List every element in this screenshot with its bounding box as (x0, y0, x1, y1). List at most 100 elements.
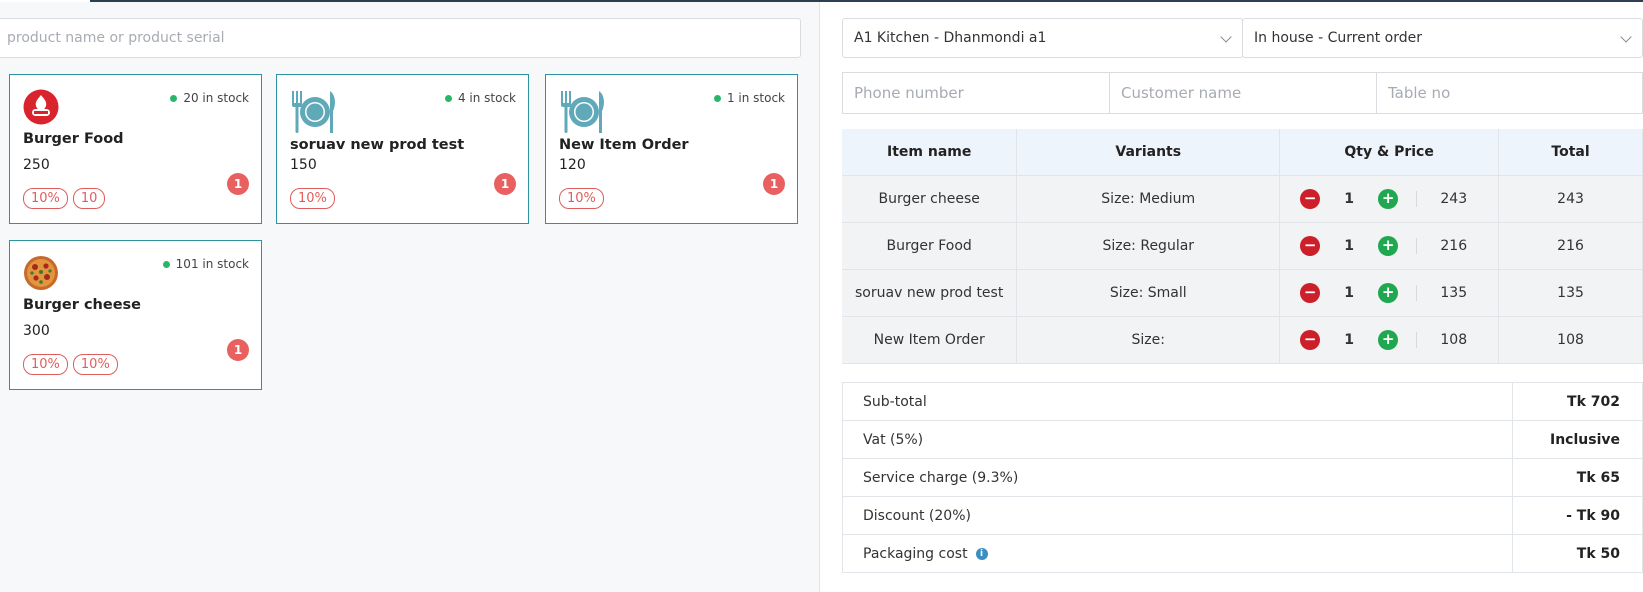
product-price: 250 (23, 157, 50, 173)
order-type-select-value: In house - Current order (1254, 30, 1422, 46)
summary-value: Tk 702 (1512, 382, 1643, 421)
product-price: 300 (23, 323, 50, 339)
decrease-qty-button[interactable]: − (1300, 282, 1321, 303)
summary-label-cell: Packaging cost i (842, 534, 1513, 573)
stock-indicator: 1 in stock (713, 91, 785, 105)
summary-row: Vat (5%) Inclusive (842, 420, 1643, 459)
summary-value: Inclusive (1512, 420, 1643, 459)
discount-tag: 10 (72, 188, 106, 209)
order-summary-table: Sub-total Tk 702 Vat (5%) Inclusive Serv… (842, 382, 1643, 573)
order-panel: A1 Kitchen - Dhanmondi a1 In house - Cur… (822, 2, 1643, 592)
product-name: Burger Food (23, 131, 124, 147)
product-card[interactable]: 101 in stock Burger cheese 300 10% 10% 1 (9, 240, 262, 390)
table-row: New Item Order Size: − 1 + 108 108 (842, 316, 1643, 364)
kitchen-select[interactable]: A1 Kitchen - Dhanmondi a1 (842, 18, 1243, 58)
discount-tag: 10% (72, 354, 118, 375)
table-row: Burger cheese Size: Medium − 1 + 243 243 (842, 175, 1643, 223)
in-stock-dot-icon (444, 94, 452, 102)
product-card[interactable]: 1 in stock New Item Order 120 10% 1 (545, 74, 798, 224)
qty-price-cell: − 1 + 135 (1279, 269, 1500, 317)
item-total: 135 (1498, 269, 1643, 317)
summary-row: Packaging cost i Tk 50 (842, 534, 1643, 573)
item-name: New Item Order (842, 316, 1018, 364)
order-items-table: Item name Variants Qty & Price Total Bur… (842, 129, 1643, 364)
column-header: Item name (842, 129, 1018, 176)
plate-cutlery-icon (561, 91, 604, 133)
discount-tags: 10% (559, 188, 604, 209)
increase-qty-button[interactable]: + (1378, 188, 1399, 209)
stock-indicator: 20 in stock (170, 91, 249, 105)
summary-label: Vat (5%) (842, 420, 1513, 459)
summary-label: Service charge (9.3%) (842, 458, 1513, 497)
column-header: Variants (1016, 129, 1281, 176)
increase-qty-button[interactable]: + (1378, 329, 1399, 350)
table-row: soruav new prod test Size: Small − 1 + 1… (842, 269, 1643, 317)
chevron-down-icon (1220, 31, 1232, 43)
item-unit-price: 216 (1440, 237, 1468, 254)
stock-label: 4 in stock (457, 91, 516, 105)
product-name: Burger cheese (23, 297, 141, 313)
item-variant: Size: Small (1016, 269, 1281, 317)
item-variant: Size: Medium (1016, 175, 1281, 223)
phone-number-field[interactable] (842, 72, 1110, 114)
table-no-field[interactable] (1376, 72, 1643, 114)
product-card[interactable]: 20 in stock Burger Food 250 10% 10 1 (9, 74, 262, 224)
cart-count-badge: 1 (227, 339, 249, 361)
item-total: 243 (1498, 175, 1643, 223)
customer-name-field[interactable] (1109, 72, 1377, 114)
increase-qty-button[interactable]: + (1378, 282, 1399, 303)
decrease-qty-button[interactable]: − (1300, 235, 1321, 256)
product-name: New Item Order (559, 137, 689, 153)
product-panel: 20 in stock Burger Food 250 10% 10 1 4 i… (0, 2, 820, 592)
stock-label: 101 in stock (175, 257, 249, 271)
decrease-qty-button[interactable]: − (1300, 188, 1321, 209)
summary-row: Discount (20%) - Tk 90 (842, 496, 1643, 535)
summary-label: Packaging cost (863, 545, 968, 562)
summary-label: Discount (20%) (842, 496, 1513, 535)
cart-count-badge: 1 (763, 173, 785, 195)
summary-row: Service charge (9.3%) Tk 65 (842, 458, 1643, 497)
order-type-select[interactable]: In house - Current order (1242, 18, 1643, 58)
discount-tag: 10% (559, 188, 604, 209)
item-qty: 1 (1344, 284, 1354, 301)
discount-tag: 10% (23, 354, 68, 375)
qty-price-cell: − 1 + 108 (1279, 316, 1500, 364)
decrease-qty-button[interactable]: − (1300, 329, 1321, 350)
item-unit-price: 135 (1440, 284, 1468, 301)
summary-row: Sub-total Tk 702 (842, 382, 1643, 421)
discount-tags: 10% 10% (23, 354, 118, 375)
stock-label: 20 in stock (183, 91, 249, 105)
item-total: 108 (1498, 316, 1643, 364)
item-variant: Size: Regular (1016, 222, 1281, 270)
cart-count-badge: 1 (227, 173, 249, 195)
column-header: Total (1498, 129, 1643, 176)
item-qty: 1 (1344, 237, 1354, 254)
stock-indicator: 101 in stock (162, 257, 249, 271)
increase-qty-button[interactable]: + (1378, 235, 1399, 256)
plate-cutlery-icon (292, 91, 335, 133)
item-variant: Size: (1016, 316, 1281, 364)
column-header: Qty & Price (1279, 129, 1500, 176)
item-total: 216 (1498, 222, 1643, 270)
stock-label: 1 in stock (726, 91, 785, 105)
item-name: soruav new prod test (842, 269, 1018, 317)
item-unit-price: 243 (1440, 190, 1468, 207)
discount-tag: 10% (290, 188, 335, 209)
discount-tag: 10% (23, 188, 68, 209)
product-card[interactable]: 4 in stock soruav new prod test 150 10% … (276, 74, 529, 224)
table-header-row: Item name Variants Qty & Price Total (842, 129, 1643, 176)
product-search-input[interactable] (0, 18, 801, 58)
stock-indicator: 4 in stock (444, 91, 516, 105)
cart-count-badge: 1 (494, 173, 516, 195)
qty-price-cell: − 1 + 216 (1279, 222, 1500, 270)
product-price: 150 (290, 157, 317, 173)
info-icon[interactable]: i (975, 547, 988, 560)
in-stock-dot-icon (162, 260, 170, 268)
item-name: Burger Food (842, 222, 1018, 270)
product-name: soruav new prod test (290, 137, 465, 153)
item-unit-price: 108 (1440, 331, 1468, 348)
chevron-down-icon (1620, 31, 1632, 43)
summary-value: Tk 65 (1512, 458, 1643, 497)
summary-value: Tk 50 (1512, 534, 1643, 573)
item-qty: 1 (1344, 331, 1354, 348)
